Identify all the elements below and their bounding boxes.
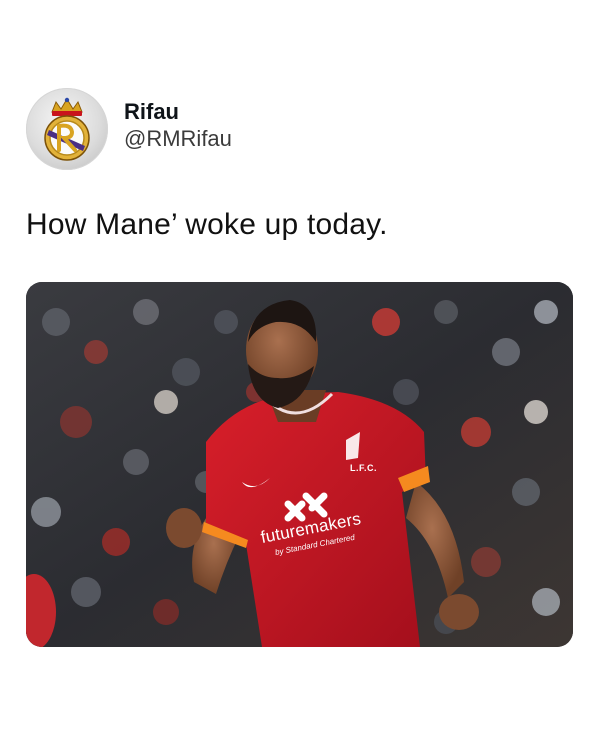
tweet-photo[interactable]: L.F.C. futuremakers by Standard Chartere… xyxy=(26,282,573,647)
shirt-club-abbr: L.F.C. xyxy=(350,463,377,473)
user-handle[interactable]: @RMRifau xyxy=(124,125,232,153)
avatar[interactable] xyxy=(26,88,108,170)
tweet-text: How Mane’ woke up today. xyxy=(26,208,388,241)
football-player-celebrating-photo xyxy=(26,282,573,647)
author-names: Rifau @RMRifau xyxy=(124,99,232,153)
tweet-header: Rifau @RMRifau xyxy=(26,87,232,171)
display-name[interactable]: Rifau xyxy=(124,99,232,125)
real-madrid-crest-icon xyxy=(44,97,90,161)
